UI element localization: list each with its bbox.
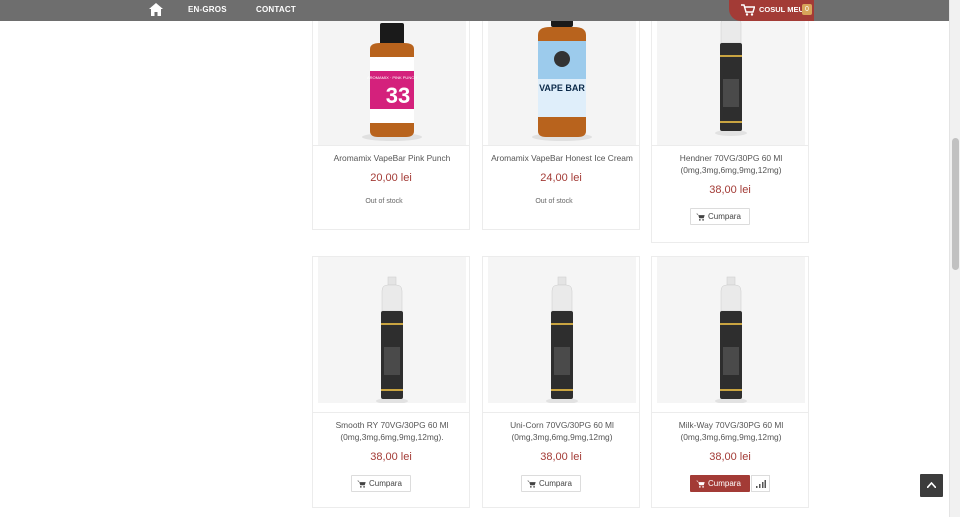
cart-icon: [696, 480, 705, 488]
cart-icon: [527, 480, 536, 488]
chevron-up-icon: [927, 482, 936, 488]
page-scrollbar[interactable]: [949, 0, 960, 517]
bottle-label-text: VAPE BAR: [539, 83, 585, 93]
product-price: 20,00 lei: [370, 172, 412, 184]
nav-link-contact[interactable]: CONTACT: [256, 5, 296, 14]
stock-status: Out of stock: [365, 198, 403, 205]
product-card[interactable]: Hendner 70VG/30PG 60 Ml (0mg,3mg,6mg,9mg…: [651, 0, 809, 243]
buy-button[interactable]: Cumpara: [351, 475, 411, 492]
back-to-top-button[interactable]: [920, 474, 943, 497]
product-price: 38,00 lei: [370, 451, 412, 463]
product-image[interactable]: VAPE BAR: [488, 0, 636, 145]
product-card[interactable]: AROMAMIX · PINK PUNCH 33 Aromamix VapeBa…: [312, 0, 470, 230]
nav-link-en-gros[interactable]: EN-GROS: [188, 5, 227, 14]
product-image[interactable]: AROMAMIX · PINK PUNCH 33: [318, 0, 466, 145]
top-nav-bar: EN-GROS CONTACT COSUL MEU 0: [0, 0, 949, 21]
product-image[interactable]: [488, 257, 636, 403]
buy-button-label: Cumpara: [708, 212, 741, 221]
product-name[interactable]: Milk-Way 70VG/30PG 60 Ml (0mg,3mg,6mg,9m…: [656, 419, 806, 443]
buy-button-label: Cumpara: [539, 479, 572, 488]
scrollbar-thumb[interactable]: [952, 138, 959, 270]
cart-icon: [357, 480, 366, 488]
product-image[interactable]: [657, 257, 805, 403]
buy-button[interactable]: Cumpara: [690, 475, 750, 492]
cart-count-badge: 0: [802, 4, 812, 15]
product-image[interactable]: [318, 257, 466, 403]
cart-label: COSUL MEU: [759, 5, 804, 14]
cart-icon: [741, 4, 755, 16]
bottle-number-text: 33: [386, 83, 410, 108]
cart-icon: [696, 213, 705, 221]
product-name[interactable]: Uni-Corn 70VG/30PG 60 Ml (0mg,3mg,6mg,9m…: [487, 419, 637, 443]
buy-button-label: Cumpara: [369, 479, 402, 488]
product-card[interactable]: VAPE BAR Aromamix VapeBar Honest Ice Cre…: [482, 0, 640, 230]
product-name[interactable]: Aromamix VapeBar Honest Ice Cream: [487, 152, 637, 164]
product-card[interactable]: Uni-Corn 70VG/30PG 60 Ml (0mg,3mg,6mg,9m…: [482, 256, 640, 508]
product-image[interactable]: [657, 0, 805, 145]
product-card[interactable]: Smooth RY 70VG/30PG 60 Ml (0mg,3mg,6mg,9…: [312, 256, 470, 508]
stock-status: Out of stock: [535, 198, 573, 205]
product-card[interactable]: Milk-Way 70VG/30PG 60 Ml (0mg,3mg,6mg,9m…: [651, 256, 809, 508]
bottle-brand-text: AROMAMIX · PINK PUNCH: [367, 75, 417, 80]
product-name[interactable]: Smooth RY 70VG/30PG 60 Ml (0mg,3mg,6mg,9…: [317, 419, 467, 443]
bar-chart-icon: [756, 480, 766, 488]
home-icon[interactable]: [149, 3, 163, 16]
product-price: 38,00 lei: [709, 184, 751, 196]
buy-button[interactable]: Cumpara: [521, 475, 581, 492]
product-price: 38,00 lei: [540, 451, 582, 463]
cart-button[interactable]: COSUL MEU 0: [729, 0, 814, 21]
product-price: 38,00 lei: [709, 451, 751, 463]
buy-button[interactable]: Cumpara: [690, 208, 750, 225]
product-name[interactable]: Aromamix VapeBar Pink Punch: [317, 152, 467, 164]
buy-button-label: Cumpara: [708, 479, 741, 488]
compare-button[interactable]: [751, 475, 770, 492]
product-name[interactable]: Hendner 70VG/30PG 60 Ml (0mg,3mg,6mg,9mg…: [656, 152, 806, 176]
product-price: 24,00 lei: [540, 172, 582, 184]
